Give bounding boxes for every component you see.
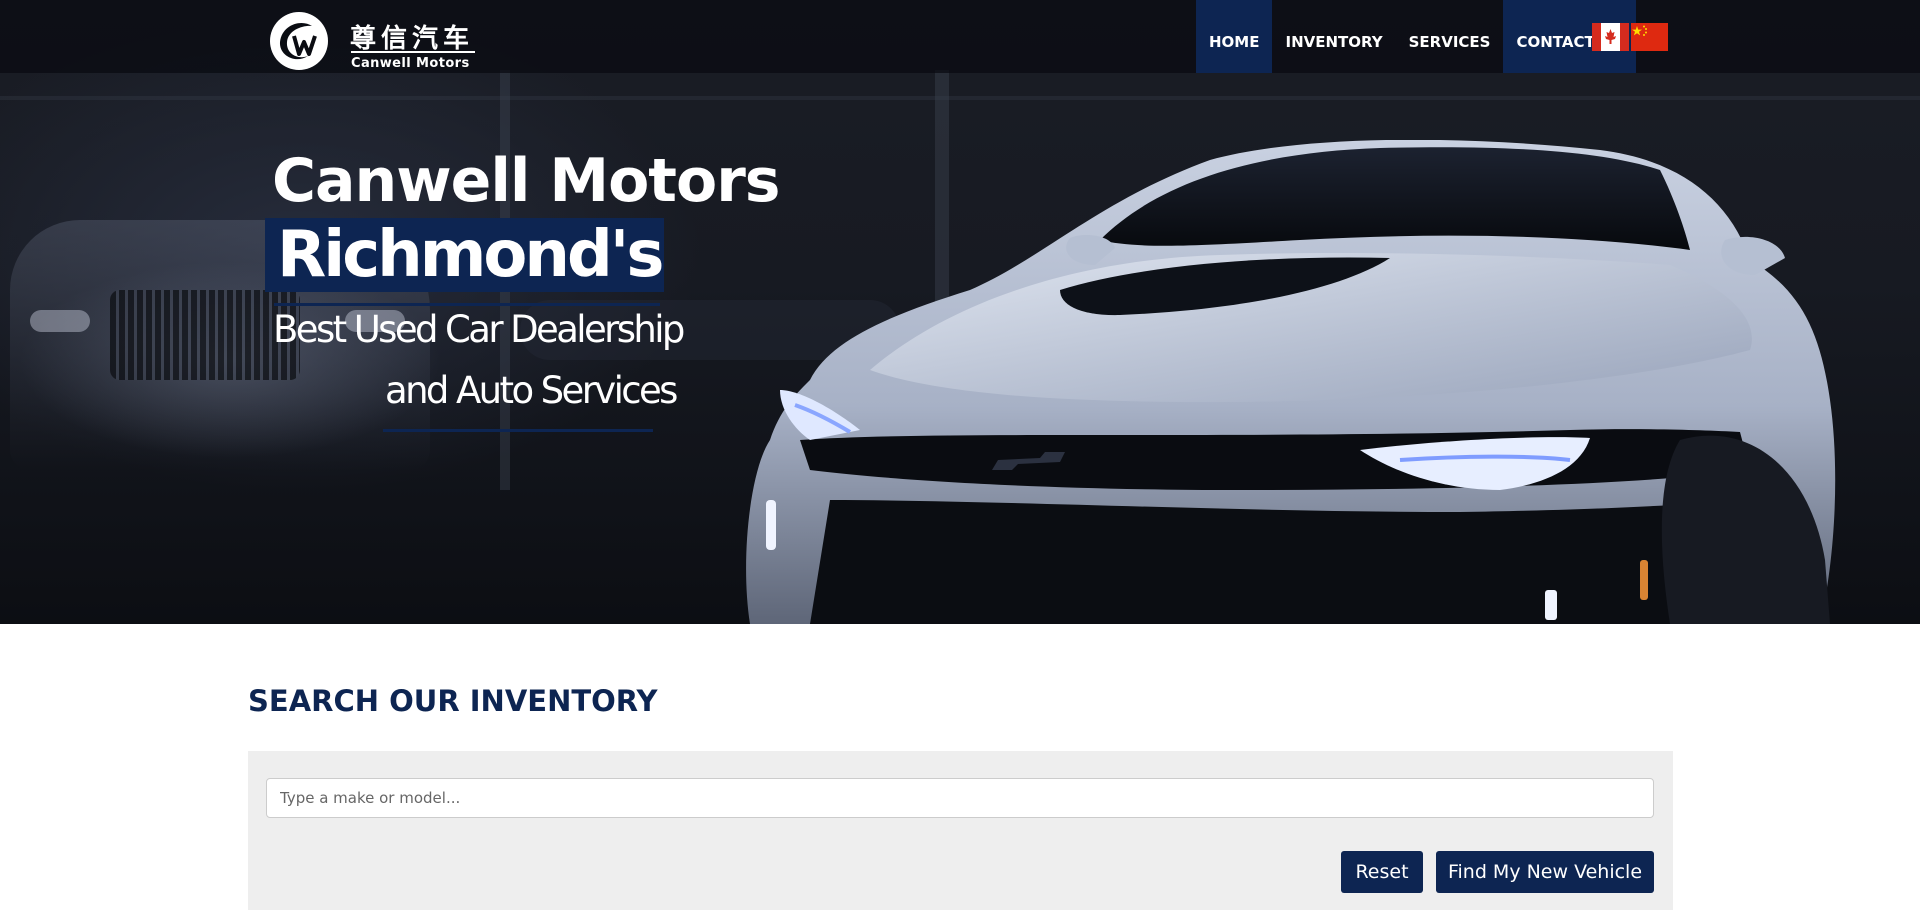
hero-subtitle-line2: and Auto Services	[385, 369, 678, 412]
site-header: 尊信汽车 Canwell Motors HOME INVENTORY SERVI…	[0, 0, 1920, 73]
hero-title: Canwell Motors	[272, 146, 781, 216]
search-heading-bold: SEARCH	[248, 684, 380, 718]
logo-divider	[351, 51, 475, 53]
logo-english-name: Canwell Motors	[351, 56, 470, 71]
china-flag-icon[interactable]	[1631, 23, 1668, 51]
search-heading-rest: OUR INVENTORY	[379, 684, 658, 718]
hero-divider	[383, 429, 653, 432]
make-model-search-input[interactable]	[266, 778, 1654, 818]
main-nav: HOME INVENTORY SERVICES CONTACT US	[1196, 0, 1636, 73]
garage-beam	[0, 96, 1920, 100]
find-vehicle-button[interactable]: Find My New Vehicle	[1436, 851, 1654, 893]
logo-chinese-name: 尊信汽车	[350, 24, 475, 54]
hero-subtitle-line1: Best Used Car Dealership	[273, 308, 685, 351]
search-heading: SEARCH OUR INVENTORY	[248, 684, 658, 718]
canwell-cw-logo-icon	[270, 12, 328, 70]
nav-home[interactable]: HOME	[1196, 0, 1273, 73]
background-car-headlight	[30, 310, 90, 332]
hero-banner: 尊信汽车 Canwell Motors HOME INVENTORY SERVI…	[0, 0, 1920, 624]
reset-button[interactable]: Reset	[1341, 851, 1423, 893]
hero-divider	[274, 303, 660, 306]
nav-services[interactable]: SERVICES	[1396, 0, 1504, 73]
canada-flag-icon[interactable]	[1592, 23, 1629, 51]
background-car-grille	[110, 290, 300, 380]
search-panel: Reset Find My New Vehicle	[248, 751, 1673, 910]
hero-car-image	[746, 140, 1836, 624]
language-switcher	[1592, 23, 1668, 51]
site-logo[interactable]: 尊信汽车 Canwell Motors	[268, 10, 483, 72]
nav-inventory[interactable]: INVENTORY	[1272, 0, 1395, 73]
hero-highlight: Richmond's	[265, 218, 664, 292]
